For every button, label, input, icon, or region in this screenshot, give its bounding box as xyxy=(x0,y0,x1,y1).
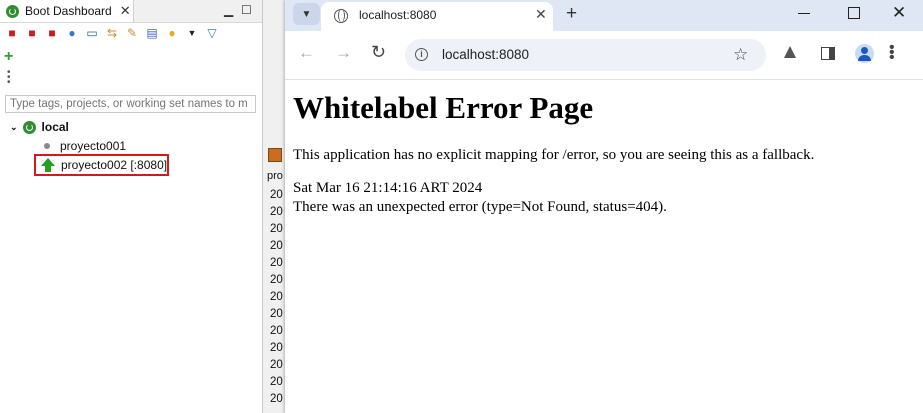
pencil-icon[interactable]: ✎ xyxy=(124,25,140,41)
maximize-view-icon[interactable]: ☐ xyxy=(241,3,252,17)
tree-item-proyecto001[interactable]: proyecto001 xyxy=(44,139,126,153)
filter-input[interactable] xyxy=(5,95,256,113)
toolbar: ← → ↻ i localhost:8080 ☆ • • • xyxy=(285,31,923,80)
filter-icon[interactable]: ▽ xyxy=(204,25,220,41)
tab-title: localhost:8080 xyxy=(359,8,437,22)
bulb-icon[interactable]: ● xyxy=(164,25,180,41)
console-line: 20 xyxy=(270,274,283,286)
error-description: This application has no explicit mapping… xyxy=(293,147,815,163)
globe-icon xyxy=(334,9,348,23)
view-title: Boot Dashboard xyxy=(25,4,112,18)
forward-button[interactable]: → xyxy=(335,43,352,63)
maximize-window-icon[interactable] xyxy=(848,7,860,19)
add-target-icon[interactable]: + xyxy=(4,48,13,66)
kebab-menu-icon[interactable]: • • • xyxy=(889,40,895,66)
url-text[interactable]: localhost:8080 xyxy=(442,47,529,62)
tree-item-proyecto002[interactable]: proyecto002 [:8080] xyxy=(34,154,169,176)
console-line: 20 xyxy=(270,240,283,252)
globe-icon[interactable]: ● xyxy=(64,25,80,41)
link-icon[interactable]: ⇆ xyxy=(104,25,120,41)
project-label: proyecto001 xyxy=(60,139,127,153)
console-pane: pro 20 20 20 20 20 20 20 20 20 20 20 20 … xyxy=(262,0,287,413)
back-button[interactable]: ← xyxy=(298,43,315,63)
site-info-icon[interactable]: i xyxy=(415,48,428,61)
page-content: Whitelabel Error Page This application h… xyxy=(285,80,923,413)
reload-button[interactable]: ↻ xyxy=(371,42,386,63)
spring-boot-icon xyxy=(22,120,36,134)
chevron-down-icon[interactable]: ⌄ xyxy=(10,122,18,133)
boot-dashboard-tab[interactable]: Boot Dashboard ✕ xyxy=(0,0,134,22)
console-line: 20 xyxy=(270,308,283,320)
console-icon[interactable]: ▭ xyxy=(84,25,100,41)
properties-icon[interactable]: ▤ xyxy=(144,25,160,41)
stop-icon[interactable]: ■ xyxy=(44,25,60,41)
console-line: 20 xyxy=(270,342,283,354)
labs-flask-icon[interactable] xyxy=(784,46,796,58)
profile-avatar-icon[interactable] xyxy=(855,44,874,63)
spring-boot-icon xyxy=(6,4,19,18)
console-line: 20 xyxy=(270,257,283,269)
restart-icon[interactable]: ■ xyxy=(24,25,40,41)
console-icon[interactable] xyxy=(268,148,282,162)
minimize-view-icon[interactable]: ▁ xyxy=(224,3,233,17)
minimize-window-icon[interactable] xyxy=(798,13,810,15)
stopped-status-icon xyxy=(44,143,50,149)
console-line: 20 xyxy=(270,223,283,235)
chevron-down-icon: ▼ xyxy=(301,8,312,20)
address-bar[interactable]: i localhost:8080 ☆ xyxy=(405,39,766,71)
page-title: Whitelabel Error Page xyxy=(293,90,594,125)
close-icon[interactable]: ✕ xyxy=(120,3,131,19)
close-window-icon[interactable]: ✕ xyxy=(892,3,906,23)
boot-dashboard-view: Boot Dashboard ✕ ▁ ☐ ■ ■ ■ ● ▭ ⇆ ✎ ▤ ● ▼… xyxy=(0,0,262,413)
console-line: 20 xyxy=(270,189,283,201)
console-line: 20 xyxy=(270,376,283,388)
tab-strip: ▼ localhost:8080 ✕ + ✕ xyxy=(285,0,923,31)
console-line: 20 xyxy=(270,291,283,303)
console-line: 20 xyxy=(270,359,283,371)
tab-search-button[interactable]: ▼ xyxy=(293,3,320,25)
console-line: 20 xyxy=(270,393,283,405)
more-icon[interactable]: • • • xyxy=(7,68,11,88)
tree-node-label: local xyxy=(41,120,69,134)
running-status-icon xyxy=(41,158,55,172)
error-status: There was an unexpected error (type=Not … xyxy=(293,199,667,215)
close-tab-icon[interactable]: ✕ xyxy=(535,6,547,23)
dropdown-icon[interactable]: ▼ xyxy=(184,25,200,41)
console-line: 20 xyxy=(270,325,283,337)
browser-tab-active[interactable]: localhost:8080 ✕ xyxy=(321,2,553,31)
project-label: proyecto002 [:8080] xyxy=(61,158,168,172)
view-tabbar: Boot Dashboard ✕ ▁ ☐ xyxy=(0,0,262,23)
console-label: pro xyxy=(267,170,283,182)
start-debug-icon[interactable]: ■ xyxy=(4,25,20,41)
dashboard-toolbar: ■ ■ ■ ● ▭ ⇆ ✎ ▤ ● ▼ ▽ xyxy=(4,25,220,41)
bookmark-star-icon[interactable]: ☆ xyxy=(733,45,748,65)
side-panel-icon[interactable] xyxy=(821,47,835,60)
new-tab-button[interactable]: + xyxy=(566,3,577,25)
browser-window: ▼ localhost:8080 ✕ + ✕ ← → ↻ i localhost… xyxy=(285,0,923,413)
error-timestamp: Sat Mar 16 21:14:16 ART 2024 xyxy=(293,180,483,196)
tree-node-local[interactable]: ⌄ local xyxy=(10,120,69,134)
console-line: 20 xyxy=(270,206,283,218)
